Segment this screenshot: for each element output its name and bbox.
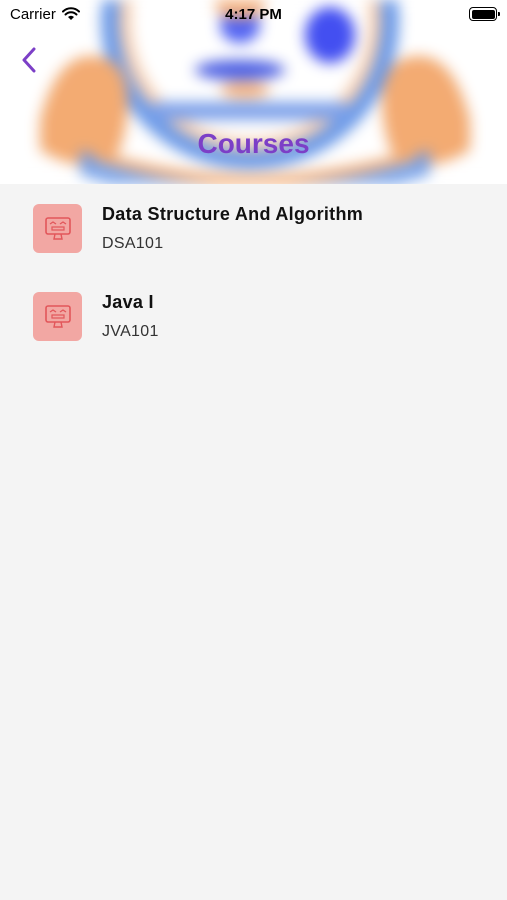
course-title: Java I: [102, 292, 154, 312]
course-list: Data Structure And Algorithm DSA101 Java…: [0, 184, 507, 360]
course-text: Data Structure And Algorithm DSA101: [102, 204, 363, 253]
computer-monitor-icon: [44, 216, 71, 240]
status-left: Carrier: [10, 6, 80, 23]
course-list-item[interactable]: Data Structure And Algorithm DSA101: [0, 184, 507, 272]
status-bar: Carrier 4:17 PM: [0, 0, 507, 28]
course-thumbnail: [33, 204, 82, 253]
course-text: Java I JVA101: [102, 292, 159, 341]
chevron-left-icon: [22, 47, 36, 73]
battery-fill: [471, 9, 495, 19]
course-list-item[interactable]: Java I JVA101: [0, 272, 507, 360]
course-code: JVA101: [102, 323, 159, 340]
course-title: Data Structure And Algorithm: [102, 204, 364, 224]
course-thumbnail: [33, 292, 82, 341]
course-code: DSA101: [102, 235, 164, 252]
back-button[interactable]: [12, 42, 46, 78]
computer-monitor-icon: [44, 304, 71, 328]
battery-icon: [469, 7, 500, 21]
page-title: Courses: [197, 128, 310, 159]
wifi-icon: [61, 7, 80, 20]
carrier-label: Carrier: [10, 5, 56, 23]
